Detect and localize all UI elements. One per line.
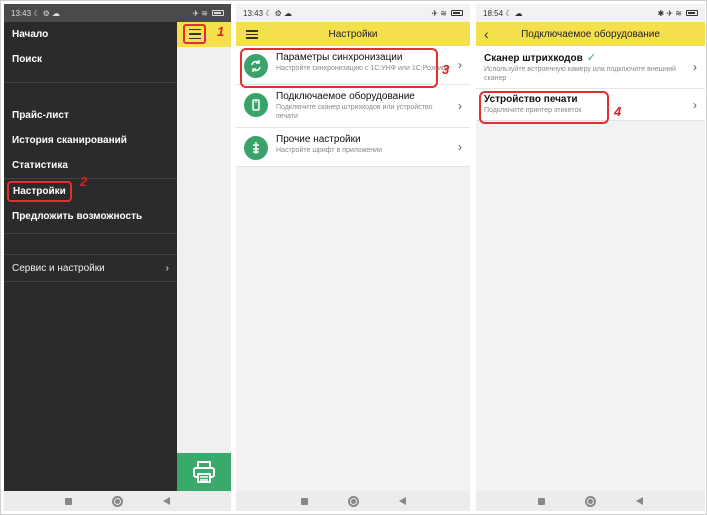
status-time: 13:43 [243, 8, 264, 18]
equipment-list: Сканер штрихкодов ✓ Используйте встроенну… [476, 46, 705, 124]
drawer-item-statistics[interactable]: Статистика [4, 153, 177, 178]
settings-sliders-icon [244, 136, 268, 160]
settings-row-equipment[interactable]: Подключаемое оборудование Подключите ска… [236, 85, 470, 128]
equipment-row-printer[interactable]: Устройство печати Подключите принтер эти… [476, 89, 705, 124]
printer-button[interactable] [177, 453, 231, 491]
drawer-spacer [4, 234, 177, 254]
chevron-right-icon: › [458, 58, 462, 72]
highlight-box [240, 48, 438, 88]
drawer-item-label: Сервис и настройки [12, 262, 105, 274]
drawer-item-home[interactable]: Начало [4, 22, 177, 47]
top-bar: Настройки [236, 22, 470, 46]
status-right-icons: ✱ ✈ ≋ [657, 8, 682, 18]
divider [4, 281, 177, 282]
page-title: Подключаемое оборудование [521, 28, 660, 40]
android-nav-bar [4, 491, 231, 511]
row-title: Прочие настройки [276, 134, 361, 145]
drawer-item-label: Настройки [7, 181, 72, 202]
settings-list: Параметры синхронизации Настройте синхро… [236, 46, 470, 167]
status-time: 18:54 [483, 8, 504, 18]
home-icon[interactable] [112, 495, 123, 507]
recents-icon[interactable] [300, 497, 308, 505]
status-bar: 13:43 ☾ ⚙ ☁ ✈ ≋ [4, 4, 231, 22]
drawer-item-settings[interactable]: Настройки [4, 179, 177, 204]
barcode-scanner-icon [244, 93, 268, 117]
drawer-item-label: Предложить возможность [12, 211, 143, 222]
row-subtitle: Подключите сканер штрихкодов или устройс… [276, 104, 433, 120]
drawer-item-search[interactable]: Поиск [4, 47, 177, 72]
android-nav-bar [236, 491, 470, 511]
back-arrow-icon[interactable]: ‹ [484, 26, 489, 42]
status-time: 13:43 [11, 8, 32, 18]
status-icons: ☾ ⚙ ☁ [265, 8, 293, 18]
drawer-item-label: Статистика [12, 160, 68, 171]
highlight-box [479, 91, 609, 124]
drawer-item-label: Начало [12, 29, 49, 40]
row-title: Подключаемое оборудование [276, 91, 415, 102]
chevron-right-icon: › [165, 262, 169, 274]
top-bar: ‹ Подключаемое оборудование [476, 22, 705, 46]
home-icon[interactable] [585, 495, 596, 507]
back-icon[interactable] [636, 497, 643, 505]
step-callout-4: 4 [614, 104, 622, 119]
hamburger-icon[interactable] [183, 24, 206, 44]
row-subtitle: Используйте встроенную камеру или подклю… [484, 66, 676, 82]
row-subtitle: Настройте шрифт в приложении [276, 147, 382, 154]
navigation-drawer: Начало Поиск Прайс-лист История сканиров… [4, 22, 177, 491]
drawer-item-label: История сканирований [12, 135, 127, 146]
printer-icon [193, 461, 215, 483]
settings-screen: 13:43 ☾ ⚙ ☁ ✈ ≋ Настройки Параметры синх… [236, 4, 470, 511]
home-icon[interactable] [347, 495, 359, 507]
step-callout-1: 1 [217, 24, 225, 39]
back-icon[interactable] [163, 497, 170, 505]
drawer-item-scan-history[interactable]: История сканирований [4, 128, 177, 153]
status-bar: 13:43 ☾ ⚙ ☁ ✈ ≋ [236, 4, 470, 22]
drawer-item-suggest-feature[interactable]: Предложить возможность [4, 204, 177, 229]
drawer-item-label: Поиск [12, 54, 43, 65]
chevron-right-icon: › [693, 97, 697, 112]
equipment-screen: 18:54 ☾ ☁ ✱ ✈ ≋ ‹ Подключаемое оборудова… [476, 4, 705, 511]
app-content [177, 47, 231, 453]
settings-row-sync[interactable]: Параметры синхронизации Настройте синхро… [236, 46, 470, 88]
chevron-right-icon: › [458, 140, 462, 154]
step-callout-2: 2 [80, 174, 88, 189]
row-title: Сканер штрихкодов ✓ [484, 51, 693, 64]
row-title-text: Сканер штрихкодов [484, 53, 583, 64]
chevron-right-icon: › [458, 99, 462, 113]
page-title: Настройки [328, 28, 378, 40]
status-icons: ☾ ⚙ ☁ [33, 8, 61, 18]
drawer-spacer [4, 83, 177, 103]
battery-icon [686, 10, 698, 16]
status-right-icons: ✈ ≋ [431, 8, 447, 18]
android-nav-bar [476, 491, 705, 511]
status-icons: ☾ ☁ [505, 8, 523, 18]
battery-icon [212, 10, 224, 16]
recents-icon[interactable] [538, 497, 545, 505]
status-bar: 18:54 ☾ ☁ ✱ ✈ ≋ [476, 4, 705, 22]
app-behind-drawer [177, 22, 231, 491]
drawer-item-label: Прайс-лист [12, 110, 69, 121]
battery-icon [451, 10, 463, 16]
checkmark-icon: ✓ [586, 52, 596, 64]
recents-icon[interactable] [65, 497, 72, 505]
hamburger-icon[interactable] [246, 30, 258, 39]
equipment-row-scanner[interactable]: Сканер штрихкодов ✓ Используйте встроенну… [476, 46, 705, 89]
settings-row-other[interactable]: Прочие настройки Настройте шрифт в прило… [236, 128, 470, 167]
drawer-screen: 13:43 ☾ ⚙ ☁ ✈ ≋ Начало Поиск Прайс-лист … [4, 4, 231, 511]
back-icon[interactable] [398, 497, 406, 505]
drawer-item-price-list[interactable]: Прайс-лист [4, 103, 177, 128]
drawer-item-service-settings[interactable]: Сервис и настройки › [4, 255, 177, 281]
step-callout-3: 3 [442, 62, 450, 77]
status-right-icons: ✈ ≋ [192, 8, 208, 18]
chevron-right-icon: › [693, 60, 697, 74]
